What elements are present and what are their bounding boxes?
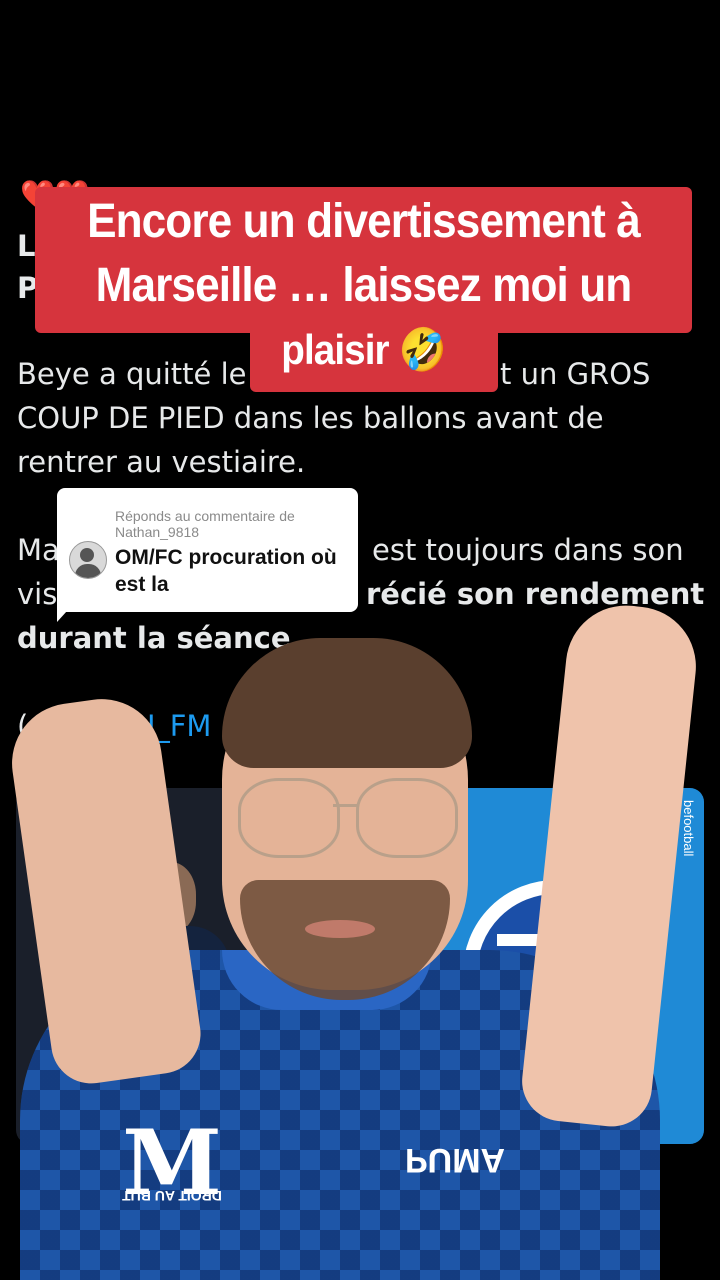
tweet-line-4a: Ma bbox=[17, 533, 60, 567]
mouth bbox=[305, 920, 375, 938]
commenter-avatar bbox=[69, 541, 107, 579]
video-frame: ❤️❤️ L P Beye a quitté le t un GROS COUP… bbox=[0, 0, 720, 1280]
title-line-2: Marseille … laissez moi un bbox=[95, 259, 633, 312]
hair bbox=[222, 638, 472, 768]
tweet-line-3: rentrer au vestiaire. bbox=[17, 445, 306, 479]
reply-comment-text: OM/FC procuration où est la bbox=[115, 546, 337, 596]
title-line-3: plaisir 🤣 bbox=[61, 318, 665, 382]
tweet-line-5a: vis bbox=[17, 577, 58, 611]
tweet-line-2: COUP DE PIED dans les ballons avant de bbox=[17, 401, 604, 435]
title-line-1: Encore un divertissement à bbox=[87, 195, 641, 248]
befootball-watermark: befootball bbox=[681, 800, 696, 857]
glasses-icon bbox=[238, 778, 458, 858]
om-club-text: DROIT AU BUT bbox=[122, 1188, 222, 1204]
title-line-3-text: plaisir bbox=[281, 326, 389, 373]
reply-bubble-tail bbox=[57, 600, 77, 622]
tweet-line-4b: est toujours dans son bbox=[372, 533, 684, 567]
reply-header: Réponds au commentaire de Nathan_9818 bbox=[115, 508, 295, 540]
laughing-emoji-icon: 🤣 bbox=[398, 326, 447, 373]
puma-logo: PUMA bbox=[405, 1141, 506, 1179]
tweet-line-6-end: . bbox=[244, 621, 254, 655]
tweet-line-a1: L bbox=[17, 229, 36, 263]
title-text: Encore un divertissement à Marseille … l… bbox=[61, 190, 665, 382]
